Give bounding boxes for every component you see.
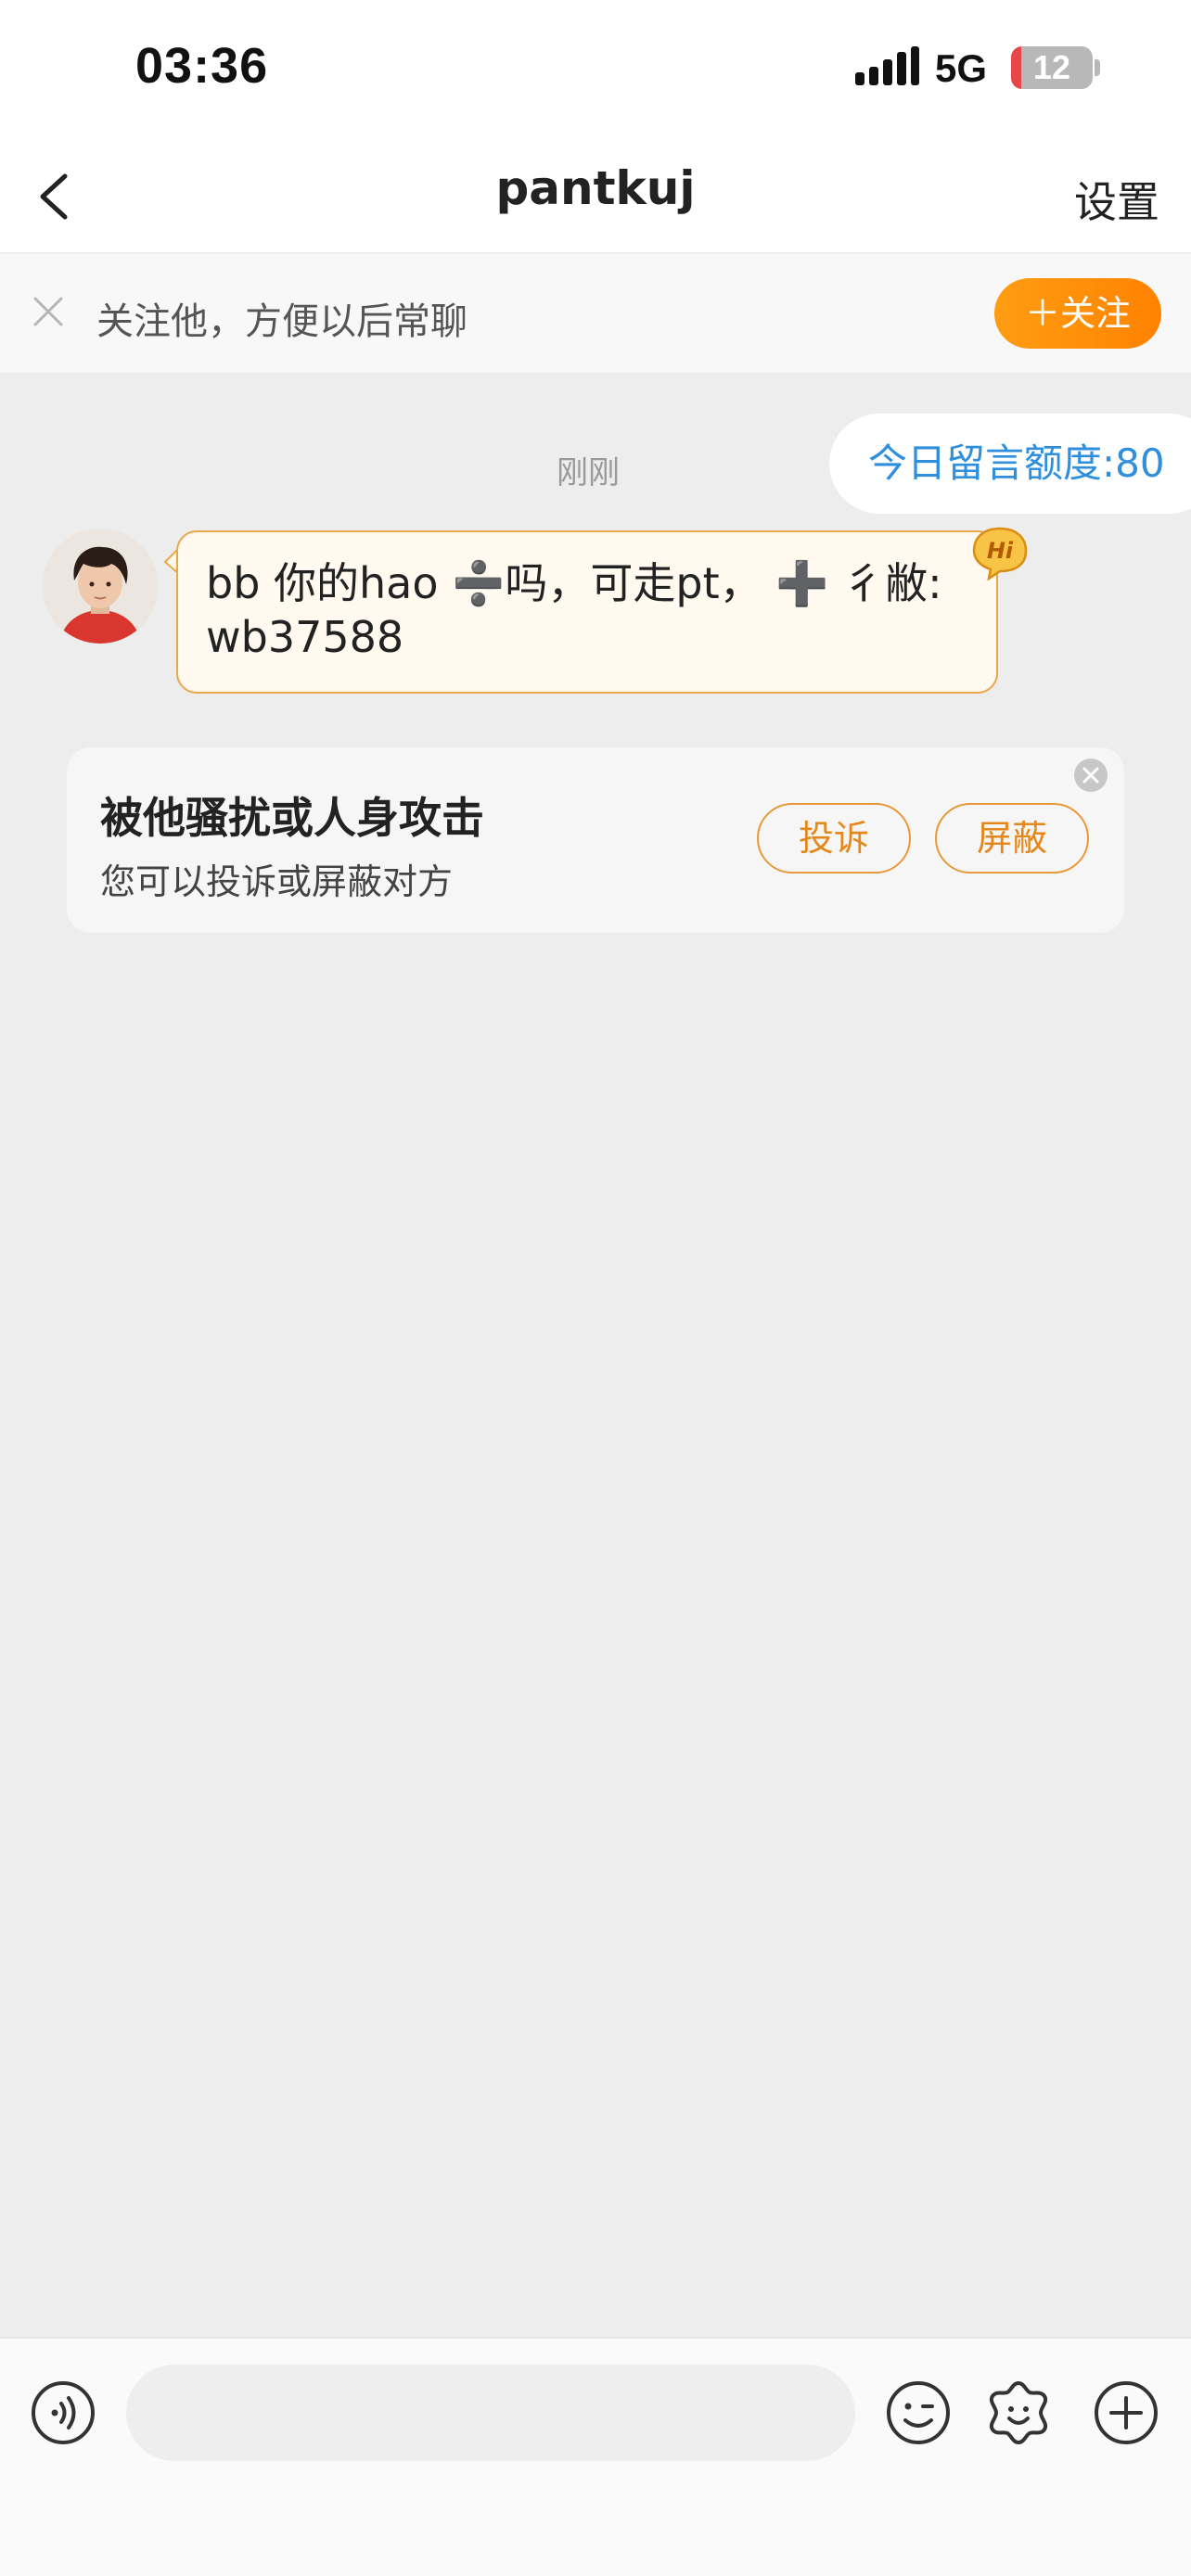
page-title: pantkuj xyxy=(495,161,696,215)
follow-banner: 关注他，方便以后常聊 ＋关注 xyxy=(0,254,1191,373)
battery-percentage: 12 xyxy=(1032,48,1071,86)
plus-icon[interactable] xyxy=(1093,2379,1159,2446)
follow-prompt-text: 关注他，方便以后常聊 xyxy=(96,300,467,343)
hi-badge-text: Hi xyxy=(987,538,1014,564)
emoji-icon[interactable] xyxy=(885,2379,952,2446)
close-icon[interactable] xyxy=(30,293,67,330)
message-text-line2: wb37588 xyxy=(206,612,404,662)
message-quota-badge: 今日留言额度:80 xyxy=(829,414,1191,514)
settings-button[interactable]: 设置 xyxy=(1074,169,1159,230)
block-button[interactable]: 屏蔽 xyxy=(935,803,1089,874)
report-harassment-card: 被他骚扰或人身攻击 您可以投诉或屏蔽对方 投诉 屏蔽 xyxy=(67,747,1124,933)
close-icon[interactable] xyxy=(1072,757,1109,794)
status-time: 03:36 xyxy=(135,38,269,94)
message-text-line1: bb 你的hao ➗吗，可走pt， ➕ 彳敝: xyxy=(206,558,942,608)
avatar[interactable] xyxy=(43,529,158,644)
card-title: 被他骚扰或人身攻击 xyxy=(100,793,484,843)
follow-button[interactable]: ＋关注 xyxy=(994,278,1161,349)
network-type: 5G xyxy=(935,46,988,90)
message-bubble[interactable]: bb 你的hao ➗吗，可走pt， ➕ 彳敝: wb37588 xyxy=(176,530,998,694)
avatar-portrait xyxy=(43,529,158,644)
sticker-icon[interactable] xyxy=(983,2378,1054,2448)
battery-icon: 12 xyxy=(1011,46,1093,89)
nav-bar: pantkuj 设置 xyxy=(0,139,1191,254)
hi-badge-icon: Hi xyxy=(972,527,1028,580)
input-bar xyxy=(0,2337,1191,2576)
signal-strength-icon xyxy=(855,46,919,85)
status-bar: 03:36 5G 12 xyxy=(0,0,1191,139)
message-input[interactable] xyxy=(126,2365,855,2461)
chat-screen: 03:36 5G 12 pantkuj 设置 关注他，方便以后常聊 ＋关注 今日… xyxy=(0,0,1191,2576)
card-subtitle: 您可以投诉或屏蔽对方 xyxy=(100,861,454,902)
voice-icon[interactable] xyxy=(30,2379,96,2446)
battery-tip xyxy=(1095,59,1100,76)
complain-button[interactable]: 投诉 xyxy=(757,803,911,874)
message-timestamp: 刚刚 xyxy=(557,454,620,491)
